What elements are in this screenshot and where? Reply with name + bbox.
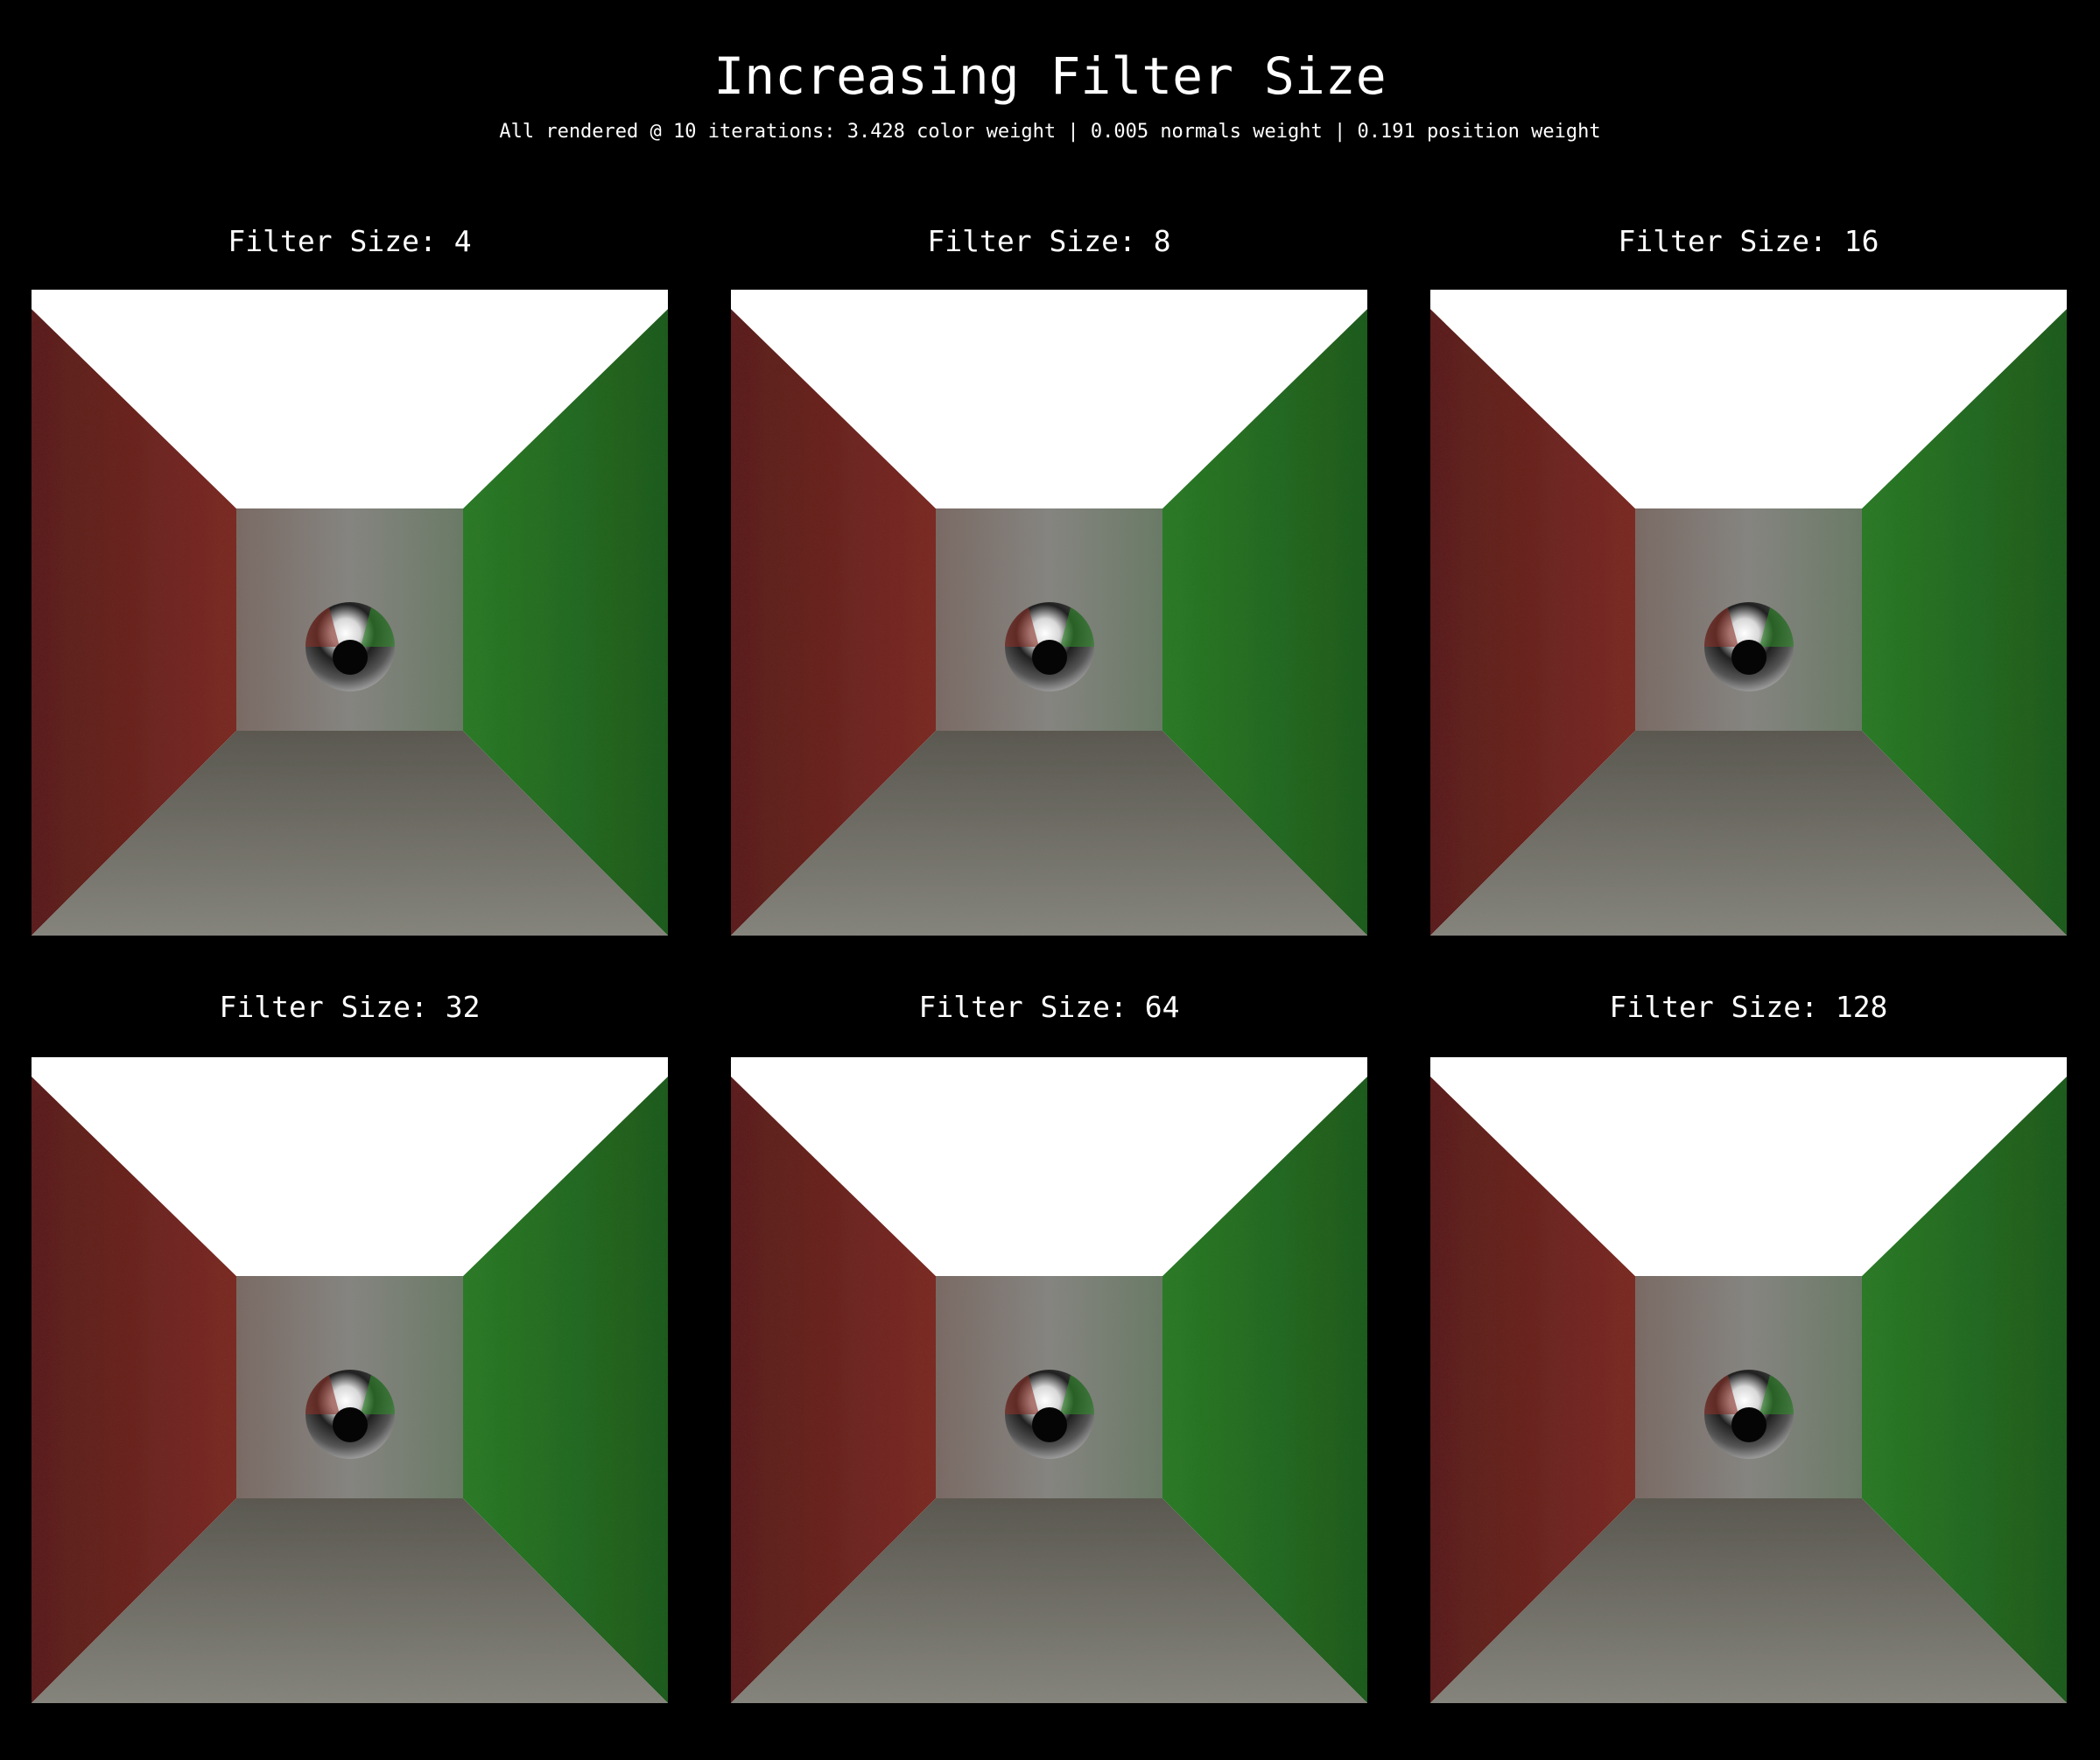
cornell-box-render xyxy=(1430,1057,2067,1703)
cornell-box-render xyxy=(1430,290,2067,936)
panel-label: Filter Size: 16 xyxy=(1618,224,1879,258)
panel-label: Filter Size: 4 xyxy=(228,224,472,258)
page-title: Increasing Filter Size xyxy=(713,46,1387,106)
page-subtitle: All rendered @ 10 iterations: 3.428 colo… xyxy=(499,121,1601,143)
cornell-box-render xyxy=(731,290,1367,936)
panel-label: Filter Size: 8 xyxy=(927,224,1171,258)
cornell-box-render xyxy=(32,1057,668,1703)
panel-label: Filter Size: 32 xyxy=(219,990,481,1024)
cornell-box-render xyxy=(731,1057,1367,1703)
panel-label: Filter Size: 128 xyxy=(1609,990,1888,1024)
cornell-box-render xyxy=(32,290,668,936)
panel-label: Filter Size: 64 xyxy=(918,990,1180,1024)
